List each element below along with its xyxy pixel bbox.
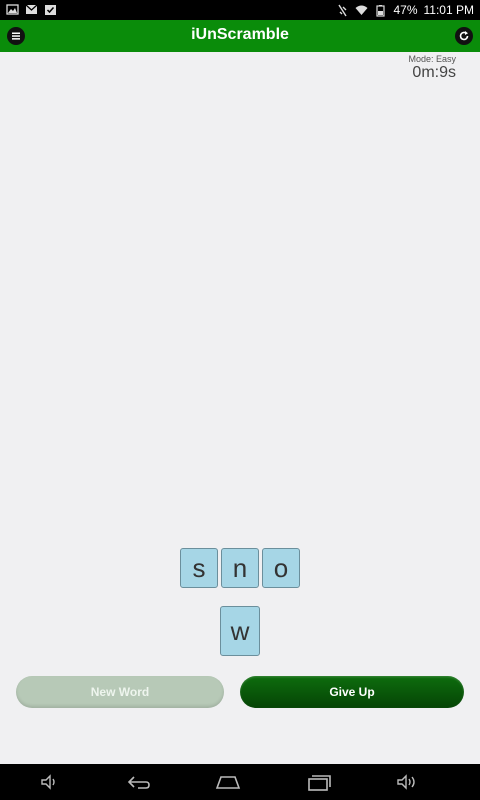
mode-label: Mode: Easy: [408, 54, 456, 64]
battery-percent: 47%: [393, 3, 418, 17]
status-bar: 47% 11:01 PM: [0, 0, 480, 20]
answer-letter-tile[interactable]: w: [220, 606, 260, 656]
gmail-notification-icon: [25, 4, 38, 14]
give-up-button[interactable]: Give Up: [240, 676, 464, 708]
wifi-icon: [355, 5, 368, 15]
battery-icon: [376, 4, 386, 17]
notification-icons: [6, 3, 57, 16]
timer: 0m:9s: [412, 64, 456, 81]
app-title: iUnScramble: [191, 26, 289, 43]
letter-tile[interactable]: o: [262, 548, 300, 588]
letter-tile[interactable]: n: [221, 548, 259, 588]
navigation-bar: [0, 764, 480, 800]
back-icon[interactable]: [126, 772, 152, 792]
volume-up-icon[interactable]: [396, 772, 418, 792]
system-status: 47% 11:01 PM: [336, 3, 474, 17]
refresh-icon: [459, 31, 469, 41]
home-icon[interactable]: [214, 772, 242, 792]
volume-down-icon[interactable]: [38, 772, 60, 792]
app-bar: iUnScramble: [0, 20, 480, 52]
new-word-button[interactable]: New Word: [16, 676, 224, 708]
clock: 11:01 PM: [423, 3, 474, 17]
refresh-button[interactable]: [455, 27, 473, 45]
task-notification-icon: [45, 5, 56, 15]
answer-tiles: w: [0, 606, 480, 656]
letter-tile[interactable]: s: [180, 548, 218, 588]
scrambled-tiles: s n o: [0, 548, 480, 588]
image-notification-icon: [6, 4, 19, 15]
vibrate-icon: [338, 4, 348, 16]
recent-apps-icon[interactable]: [306, 772, 332, 792]
